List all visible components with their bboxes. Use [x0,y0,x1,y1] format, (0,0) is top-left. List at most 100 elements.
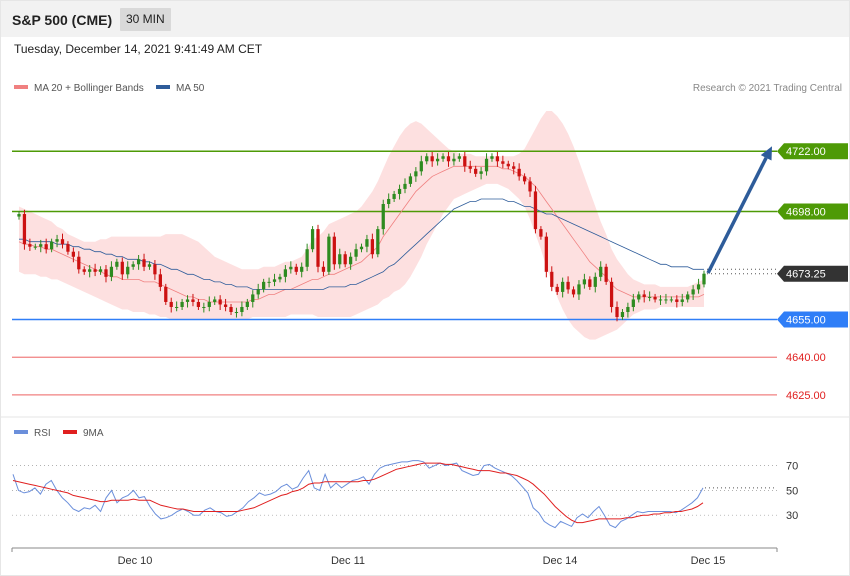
candle-body [60,239,65,245]
candle-body [104,269,108,277]
rsi-line [12,460,704,529]
candle-body [479,171,483,174]
candle-body [332,236,336,265]
candle-body [376,229,380,255]
candle-body [223,304,228,307]
candle-body [571,289,576,295]
candle-body [577,284,581,295]
candle-body [348,256,353,265]
candle [327,233,331,275]
candle-body [680,299,684,302]
bollinger-band [19,111,704,340]
candle-body [88,269,92,272]
candle-body [142,259,146,267]
candle-body [300,266,304,272]
legend-label-ma50: MA 50 [176,83,205,94]
candle-body [245,301,249,307]
candle-body [126,266,130,275]
candle-body [512,166,516,169]
candle-body [294,266,298,272]
candle-body [588,279,592,287]
candle-body [278,276,282,280]
level-tag-label: 4698.00 [786,207,826,219]
candle-body [180,301,184,307]
candle-body [490,156,494,159]
candle-body [120,261,124,275]
candle-body [196,301,201,307]
candle [310,226,315,253]
candle-body [33,246,37,248]
candle-body [321,266,326,272]
candle-body [22,214,27,245]
candle-body [207,301,211,307]
candle-body [354,249,358,257]
candle [544,232,548,278]
candle-body [240,306,244,313]
candle-body [555,286,559,292]
candle-body [675,299,679,302]
legend-label-rsi: RSI [34,428,51,439]
rsi-panel: 70 50 30 [12,460,798,529]
candle-body [468,166,472,169]
candle [376,226,380,258]
candle-body [115,261,119,267]
x-tick-label: Dec 11 [331,555,365,567]
candle-body [191,299,195,302]
candle-body [441,156,445,159]
candle [164,283,168,305]
candle [533,185,538,234]
candle-body [39,244,43,247]
x-tick-label: Dec 14 [543,555,578,567]
candle-body [93,269,97,272]
candle-body [425,156,429,162]
candle-body [403,183,407,189]
candle-body [609,281,614,307]
rsi-tick-label: 30 [786,510,798,522]
candle-body [446,156,451,162]
candle-body [702,273,706,285]
candle-body [202,306,206,308]
candle-body [338,254,342,265]
candle-body [430,156,434,162]
rsi-tick-label: 70 [786,461,798,473]
candle-body [566,281,570,290]
legend-swatch-rsi [14,430,28,434]
candle-body [658,299,663,301]
level-tag-label: 4655.00 [786,315,826,327]
candle-body [463,156,467,167]
candle-body [66,244,70,252]
candle-body [637,294,641,300]
candle-body [147,264,152,267]
candle-body [452,158,456,162]
candle-body [109,266,114,277]
candle-body [686,294,690,300]
candle-body [158,274,162,287]
candle-body [234,312,239,314]
candle-body [71,251,75,257]
candle-body [620,312,625,318]
candle-body [359,246,364,250]
bollinger-band-area [19,111,704,340]
candle-body [495,156,500,162]
price-legend: MA 20 + Bollinger Bands MA 50 [14,83,205,94]
rsi-9ma-line [12,462,704,524]
x-axis: Dec 10 Dec 11 Dec 14 Dec 15 [11,547,778,567]
candle [332,232,336,270]
projection-arrow-shaft [706,157,768,274]
candle-body [256,289,260,295]
candle-body [370,239,375,255]
candle-body [316,229,320,267]
candle-body [626,306,630,313]
candle-body [615,306,619,318]
x-tick-label: Dec 10 [118,555,153,567]
candle-body [484,158,489,172]
level-tag-label: 4625.00 [786,390,826,402]
candle-body [305,249,309,267]
rsi-tick-label: 50 [786,485,798,497]
candle-body [77,256,81,270]
candle-body [506,163,510,167]
candle-body [539,229,543,237]
candle-body [653,296,657,300]
candle-body [599,266,603,277]
legend-swatch-ma20 [14,85,28,89]
